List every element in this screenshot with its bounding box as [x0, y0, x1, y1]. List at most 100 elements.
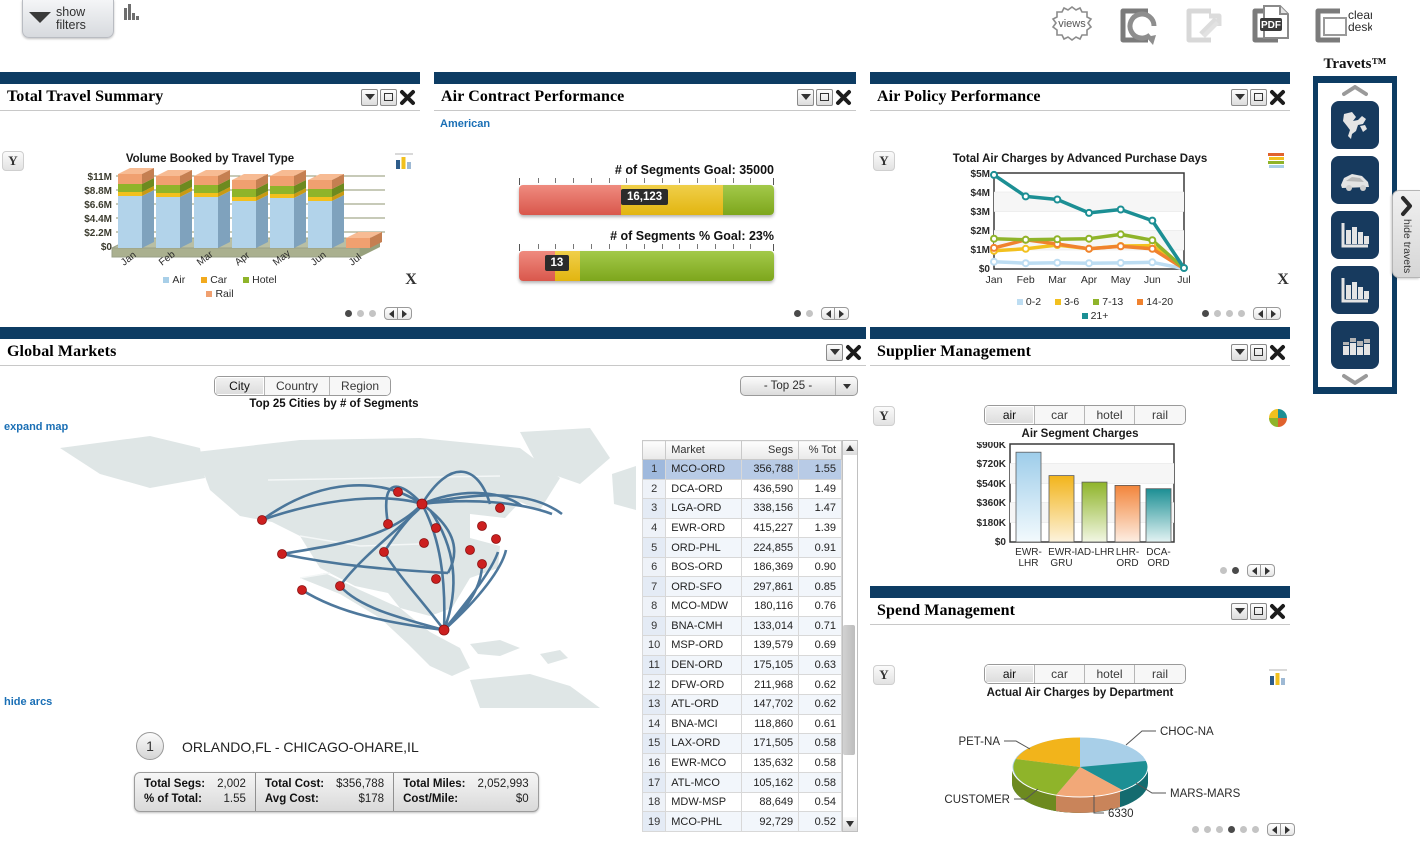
table-row[interactable]: 16 EWR-MCO 135,632 0.58	[641, 752, 842, 774]
travets-scroll-down-button[interactable]	[1318, 371, 1392, 387]
pager-dot[interactable]	[1232, 567, 1239, 574]
minimize-button[interactable]	[1231, 343, 1248, 361]
pager-dot[interactable]	[1202, 310, 1209, 317]
restore-button[interactable]	[1250, 602, 1267, 620]
travets-item-stacked-bar-icon[interactable]	[1331, 321, 1379, 369]
x-axis-button[interactable]: X	[400, 270, 422, 290]
close-button[interactable]	[835, 89, 852, 106]
close-button[interactable]	[399, 89, 416, 106]
table-row[interactable]: 9 BNA-CMH 133,014 0.71	[641, 615, 842, 637]
minimize-button[interactable]	[797, 88, 814, 106]
tab-rail[interactable]: rail	[1135, 665, 1185, 683]
travets-item-bar-chart-icon[interactable]	[1331, 211, 1379, 259]
table-row[interactable]: 17 ATL-MCO 105,162 0.58	[641, 772, 842, 793]
pager-prev-button[interactable]	[1253, 307, 1267, 320]
y-axis-button[interactable]: Y	[873, 665, 895, 685]
chevron-down-icon[interactable]	[835, 377, 857, 395]
col-market[interactable]: Market	[665, 440, 743, 460]
pager-dot[interactable]	[1192, 826, 1199, 833]
travets-item-bar-chart-icon-2[interactable]	[1331, 266, 1379, 314]
chart-type-stacked-icon[interactable]	[1266, 150, 1286, 174]
restore-button[interactable]	[816, 88, 833, 106]
table-row[interactable]: 1 MCO-ORD 356,788 1.55	[641, 459, 842, 480]
scroll-up-button[interactable]	[843, 441, 857, 455]
minimize-button[interactable]	[1231, 602, 1248, 620]
restore-button[interactable]	[1250, 343, 1267, 361]
restore-button[interactable]	[1250, 88, 1267, 106]
expand-map-link[interactable]: expand map	[4, 421, 68, 433]
top-n-dropdown[interactable]: - Top 25 -	[740, 376, 858, 396]
table-scrollbar[interactable]	[842, 440, 858, 832]
pager-next-button[interactable]	[835, 307, 849, 320]
table-row[interactable]: 15 LAX-ORD 171,505 0.58	[641, 733, 842, 754]
col-segs[interactable]: Segs	[741, 440, 800, 460]
tab-rail[interactable]: rail	[1135, 406, 1185, 424]
table-row[interactable]: 6 BOS-ORD 186,369 0.90	[641, 556, 842, 578]
pager-dot[interactable]	[1220, 567, 1227, 574]
pager-dot[interactable]	[794, 310, 801, 317]
table-row[interactable]: 10 MSP-ORD 139,579 0.69	[641, 635, 842, 656]
close-button[interactable]	[1269, 89, 1286, 106]
tab-city[interactable]: City	[215, 377, 265, 395]
minimize-button[interactable]	[1231, 88, 1248, 106]
col-index[interactable]	[641, 440, 667, 460]
pager-dot[interactable]	[1216, 826, 1223, 833]
close-button[interactable]	[1269, 603, 1286, 620]
table-row[interactable]: 8 MCO-MDW 180,116 0.76	[641, 596, 842, 617]
pager-next-button[interactable]	[1281, 823, 1295, 836]
pager-dot[interactable]	[1204, 826, 1211, 833]
table-row[interactable]: 5 ORD-PHL 224,855 0.91	[641, 537, 842, 558]
table-row[interactable]: 4 EWR-ORD 415,227 1.39	[641, 517, 842, 539]
table-row[interactable]: 18 MDW-MSP 88,649 0.54	[641, 791, 842, 813]
filter-bars-icon[interactable]	[124, 2, 142, 20]
pager-prev-button[interactable]	[1267, 823, 1281, 836]
table-row[interactable]: 7 ORD-SFO 297,861 0.85	[641, 576, 842, 598]
table-row[interactable]: 14 BNA-MCI 118,860 0.61	[641, 713, 842, 735]
hide-travets-button[interactable]: hide travets	[1392, 190, 1420, 278]
close-button[interactable]	[1269, 344, 1286, 361]
pager-next-button[interactable]	[1267, 307, 1281, 320]
x-axis-button[interactable]: X	[1272, 270, 1294, 290]
pager-prev-button[interactable]	[384, 307, 398, 320]
export-icon[interactable]	[1178, 2, 1230, 50]
scroll-thumb[interactable]	[843, 625, 855, 755]
refresh-icon[interactable]	[1112, 2, 1164, 50]
hide-arcs-link[interactable]: hide arcs	[4, 696, 52, 708]
world-map[interactable]	[0, 418, 636, 708]
col-pct-tot[interactable]: % Tot	[798, 440, 842, 460]
table-row[interactable]: 2 DCA-ORD 436,590 1.49	[641, 478, 842, 500]
pager-dot[interactable]	[1228, 826, 1235, 833]
pager-next-button[interactable]	[1261, 564, 1275, 577]
minimize-button[interactable]	[361, 88, 378, 106]
pager-dot[interactable]	[1240, 826, 1247, 833]
scroll-down-button[interactable]	[843, 817, 857, 831]
pdf-icon[interactable]: PDF	[1244, 2, 1296, 50]
carrier-label[interactable]: American	[440, 118, 490, 130]
tab-air[interactable]: air	[985, 665, 1035, 683]
pager-prev-button[interactable]	[1247, 564, 1261, 577]
show-filters-button[interactable]: show filters	[22, 0, 114, 38]
travets-scroll-up-button[interactable]	[1318, 83, 1392, 99]
minimize-button[interactable]	[826, 343, 843, 361]
tab-region[interactable]: Region	[330, 377, 391, 395]
tab-hotel[interactable]: hotel	[1085, 665, 1135, 683]
clean-desk-icon[interactable]: clean desk	[1310, 2, 1372, 50]
tab-country[interactable]: Country	[265, 377, 331, 395]
pager-dot[interactable]	[345, 310, 352, 317]
table-row[interactable]: 13 ATL-ORD 147,702 0.62	[641, 693, 842, 715]
pager-dot[interactable]	[1238, 310, 1245, 317]
table-row[interactable]: 19 MCO-PHL 92,729 0.52	[641, 811, 842, 832]
tab-car[interactable]: car	[1035, 406, 1085, 424]
pager-prev-button[interactable]	[821, 307, 835, 320]
travets-item-car-icon[interactable]	[1331, 156, 1379, 204]
pager-dot[interactable]	[357, 310, 364, 317]
table-row[interactable]: 3 LGA-ORD 338,156 1.47	[641, 498, 842, 519]
pager-dot[interactable]	[806, 310, 813, 317]
pager-dot[interactable]	[369, 310, 376, 317]
restore-button[interactable]	[380, 88, 397, 106]
close-button[interactable]	[845, 344, 862, 361]
tab-air[interactable]: air	[985, 406, 1035, 424]
pager-dot[interactable]	[1252, 826, 1259, 833]
y-axis-button[interactable]: Y	[873, 406, 895, 426]
pager-dot[interactable]	[1214, 310, 1221, 317]
